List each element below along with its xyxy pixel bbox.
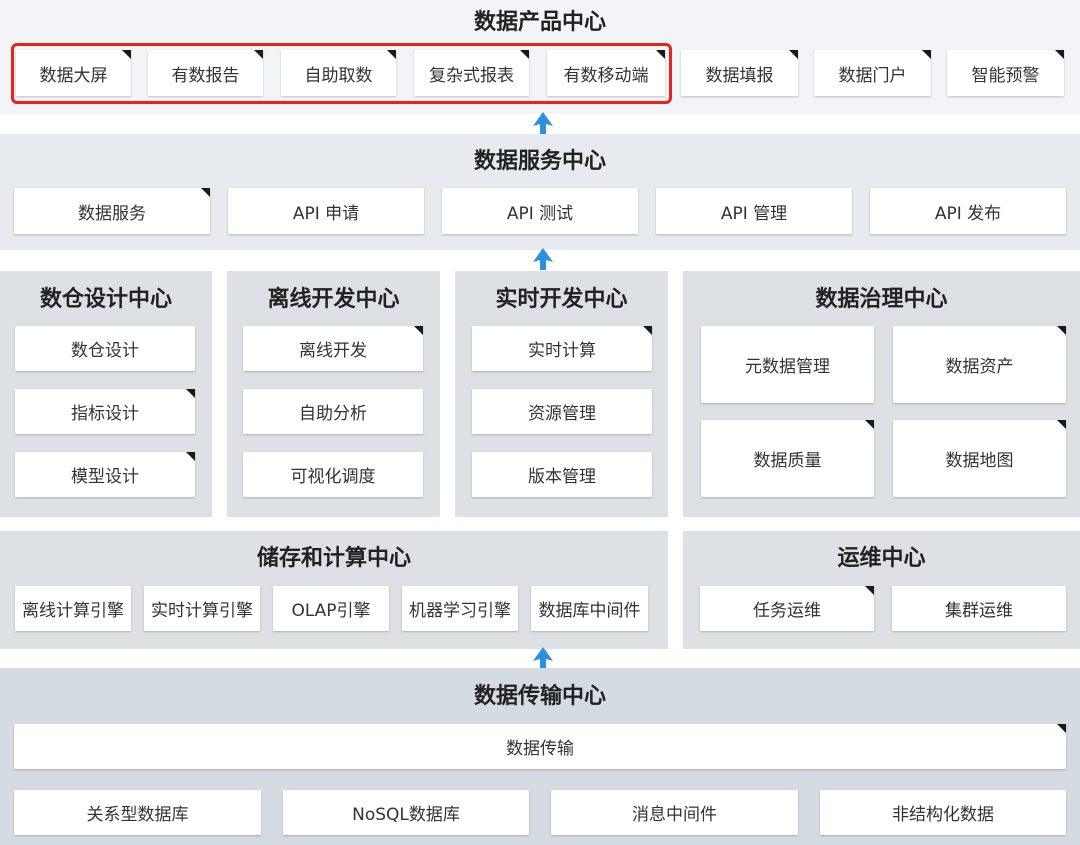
item-data-transfer[interactable]: 数据传输 <box>14 724 1066 769</box>
product-item-data-fill[interactable]: 数据填报 <box>681 50 798 96</box>
service-item-api-manage[interactable]: API 管理 <box>656 188 852 234</box>
warehouse-design-title: 数仓设计中心 <box>39 287 172 312</box>
item-olap-engine[interactable]: OLAP引擎 <box>273 586 389 631</box>
item-resource-manage[interactable]: 资源管理 <box>472 389 652 434</box>
highlight-frame <box>11 43 672 104</box>
service-item-api-test[interactable]: API 测试 <box>442 188 638 234</box>
item-model-design[interactable]: 模型设计 <box>15 452 195 497</box>
offline-dev-center: 离线开发中心 离线开发 自助分析 可视化调度 <box>227 271 440 517</box>
product-center: 数据产品中心 数据大屏 有数报告 自助取数 复杂式报表 有数移动端 数据填报 数… <box>0 0 1080 114</box>
realtime-dev-title: 实时开发中心 <box>495 287 628 312</box>
item-offline-engine[interactable]: 离线计算引擎 <box>15 586 131 631</box>
item-offline-dev[interactable]: 离线开发 <box>243 326 423 371</box>
product-item-data-portal[interactable]: 数据门户 <box>814 50 931 96</box>
item-data-assets[interactable]: 数据资产 <box>893 326 1066 403</box>
item-task-ops[interactable]: 任务运维 <box>700 586 874 631</box>
product-center-title: 数据产品中心 <box>473 10 606 35</box>
ops-title: 运维中心 <box>837 546 926 571</box>
storage-compute-title: 储存和计算中心 <box>256 546 411 571</box>
product-item-smart-alert[interactable]: 智能预警 <box>947 50 1064 96</box>
service-center-title: 数据服务中心 <box>473 149 606 174</box>
offline-dev-title: 离线开发中心 <box>267 287 400 312</box>
realtime-dev-center: 实时开发中心 实时计算 资源管理 版本管理 <box>455 271 668 517</box>
up-arrow-icon <box>533 248 553 270</box>
source-nosql-db[interactable]: NoSQL数据库 <box>283 790 529 835</box>
item-data-quality[interactable]: 数据质量 <box>701 420 874 497</box>
source-relational-db[interactable]: 关系型数据库 <box>14 790 261 835</box>
item-warehouse-design[interactable]: 数仓设计 <box>15 326 195 371</box>
service-item-api-apply[interactable]: API 申请 <box>228 188 424 234</box>
item-data-map[interactable]: 数据地图 <box>893 420 1066 497</box>
storage-compute-center: 储存和计算中心 离线计算引擎 实时计算引擎 OLAP引擎 机器学习引擎 数据库中… <box>0 531 668 649</box>
item-metadata-manage[interactable]: 元数据管理 <box>701 326 874 403</box>
item-realtime-engine[interactable]: 实时计算引擎 <box>144 586 260 631</box>
service-item-api-publish[interactable]: API 发布 <box>870 188 1066 234</box>
up-arrow-icon <box>533 112 553 134</box>
transfer-center-title: 数据传输中心 <box>473 684 606 709</box>
warehouse-design-center: 数仓设计中心 数仓设计 指标设计 模型设计 <box>0 271 212 517</box>
governance-center: 数据治理中心 元数据管理 数据资产 数据质量 数据地图 <box>683 271 1080 517</box>
item-ml-engine[interactable]: 机器学习引擎 <box>402 586 518 631</box>
service-center: 数据服务中心 数据服务 API 申请 API 测试 API 管理 API 发布 <box>0 134 1080 250</box>
ops-center: 运维中心 任务运维 集群运维 <box>683 531 1080 649</box>
transfer-center: 数据传输中心 数据传输 关系型数据库 NoSQL数据库 消息中间件 非结构化数据 <box>0 668 1080 845</box>
item-db-middleware[interactable]: 数据库中间件 <box>531 586 648 631</box>
item-self-analysis[interactable]: 自助分析 <box>243 389 423 434</box>
item-metric-design[interactable]: 指标设计 <box>15 389 195 434</box>
item-cluster-ops[interactable]: 集群运维 <box>892 586 1066 631</box>
source-message-middleware[interactable]: 消息中间件 <box>551 790 798 835</box>
item-visual-scheduling[interactable]: 可视化调度 <box>243 452 423 497</box>
governance-title: 数据治理中心 <box>815 287 948 312</box>
source-unstructured-data[interactable]: 非结构化数据 <box>820 790 1066 835</box>
up-arrow-icon <box>533 647 553 669</box>
item-version-manage[interactable]: 版本管理 <box>472 452 652 497</box>
service-item-data-service[interactable]: 数据服务 <box>14 188 210 234</box>
item-realtime-compute[interactable]: 实时计算 <box>472 326 652 371</box>
